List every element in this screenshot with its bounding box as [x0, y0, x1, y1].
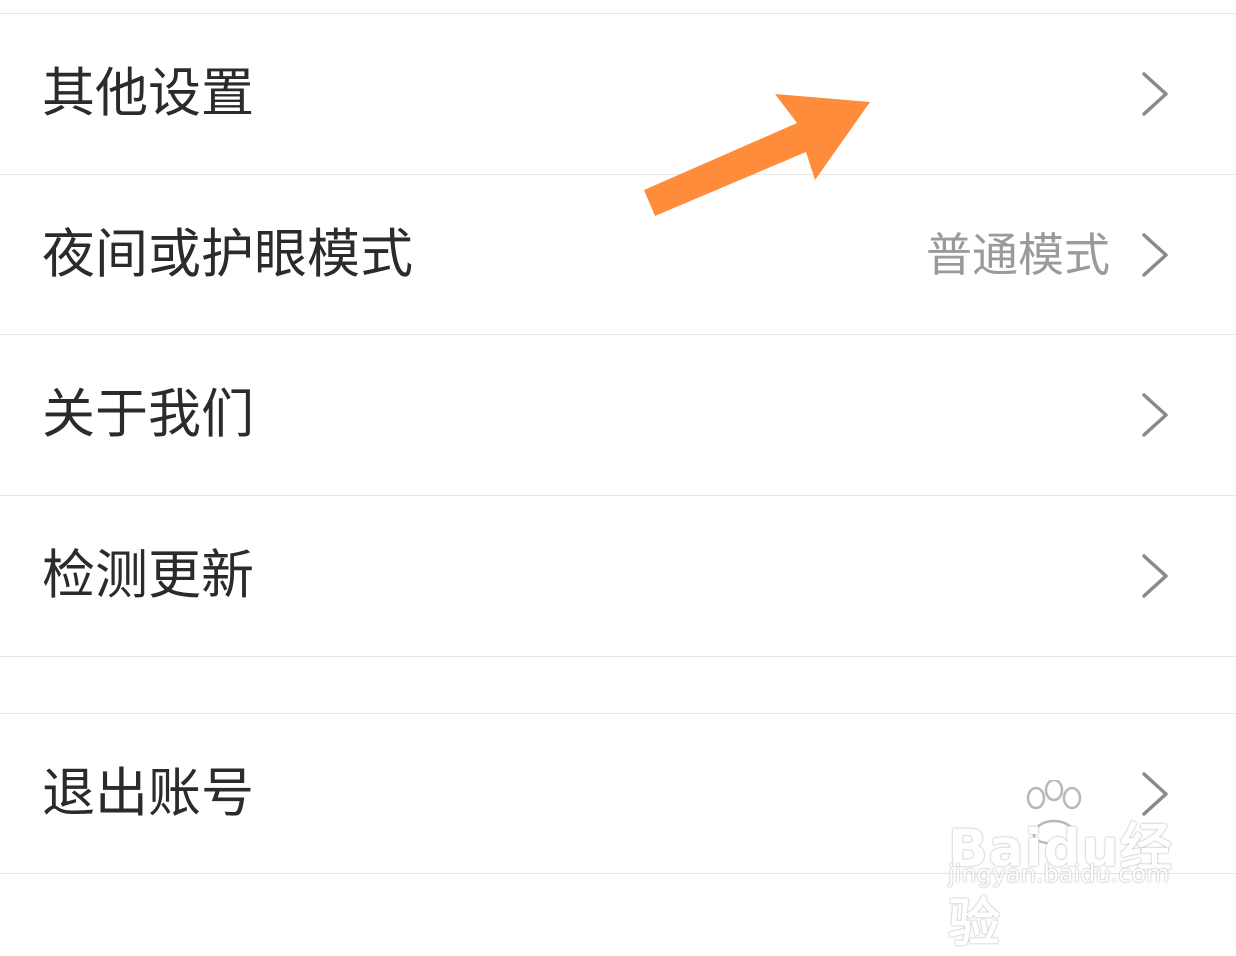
- chevron-right-icon: [1140, 771, 1170, 817]
- row-label: 夜间或护眼模式: [42, 224, 413, 285]
- settings-list: 其他设置 夜间或护眼模式 普通模式 关于我们 检测更新 退出账号: [0, 0, 1236, 917]
- chevron-right-icon: [1140, 392, 1170, 438]
- settings-row-about-us[interactable]: 关于我们: [0, 335, 1236, 495]
- divider: [0, 656, 1236, 657]
- settings-row-check-update[interactable]: 检测更新: [0, 496, 1236, 656]
- divider: [0, 873, 1236, 874]
- settings-row-night-eye-mode[interactable]: 夜间或护眼模式 普通模式: [0, 175, 1236, 335]
- chevron-right-icon: [1140, 553, 1170, 599]
- settings-row-other-settings[interactable]: 其他设置: [0, 14, 1236, 174]
- chevron-right-icon: [1140, 232, 1170, 278]
- row-label: 退出账号: [42, 763, 254, 824]
- settings-row-logout[interactable]: 退出账号: [0, 714, 1236, 874]
- row-label: 关于我们: [42, 384, 254, 445]
- row-label: 其他设置: [42, 63, 254, 124]
- chevron-right-icon: [1140, 71, 1170, 117]
- row-value: 普通模式: [926, 228, 1110, 282]
- row-label: 检测更新: [42, 545, 254, 606]
